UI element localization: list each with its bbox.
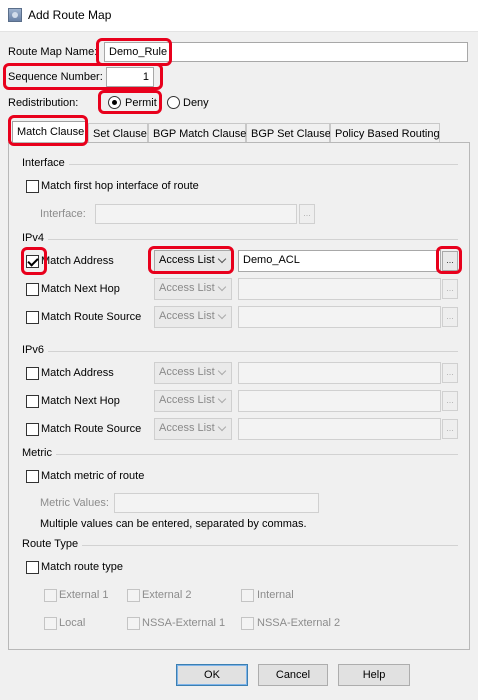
ipv4-divider xyxy=(22,239,458,240)
ipv4-match-next-hop-combo[interactable]: Access List xyxy=(154,278,232,300)
ipv6-match-next-hop-combo[interactable]: Access List xyxy=(154,390,232,412)
ipv6-section-title: IPv6 xyxy=(22,344,49,356)
interface-label: Interface: xyxy=(40,208,86,220)
match-first-hop-label: Match first hop interface of route xyxy=(41,180,199,192)
chevron-down-icon xyxy=(217,422,227,432)
interface-input[interactable] xyxy=(95,204,297,224)
interface-divider xyxy=(22,164,458,165)
local-checkbox[interactable] xyxy=(44,617,57,630)
interface-browse-button[interactable]: ... xyxy=(299,204,315,224)
combo-value: Access List xyxy=(159,310,215,322)
ipv4-section-title: IPv4 xyxy=(22,232,49,244)
ipv6-match-route-source-label: Match Route Source xyxy=(41,423,142,435)
match-first-hop-checkbox[interactable] xyxy=(26,180,39,193)
ipv6-match-route-source-value[interactable] xyxy=(238,418,441,440)
ipv4-match-route-source-combo[interactable]: Access List xyxy=(154,306,232,328)
ipv6-match-next-hop-browse-button[interactable]: ... xyxy=(442,391,458,411)
ipv6-match-route-source-checkbox[interactable] xyxy=(26,423,39,436)
highlight-route-map-name xyxy=(96,38,172,66)
title-bar: Add Route Map xyxy=(0,0,478,32)
ipv6-match-address-label: Match Address xyxy=(41,367,114,379)
highlight-sequence-number xyxy=(3,63,163,90)
nssa-external-2-label: NSSA-External 2 xyxy=(257,617,341,629)
app-icon xyxy=(8,8,22,22)
nssa-external-1-checkbox[interactable] xyxy=(127,617,140,630)
ipv6-match-route-source-combo[interactable]: Access List xyxy=(154,418,232,440)
nssa-external-2-checkbox[interactable] xyxy=(241,617,254,630)
tab-set-clause[interactable]: Set Clause xyxy=(88,123,148,143)
local-label: Local xyxy=(59,617,86,629)
highlight-permit xyxy=(98,90,162,114)
match-metric-label: Match metric of route xyxy=(41,470,145,482)
ipv6-divider xyxy=(22,351,458,352)
chevron-down-icon xyxy=(217,282,227,292)
ok-button[interactable]: OK xyxy=(176,664,248,686)
combo-value: Access List xyxy=(159,282,215,294)
ipv4-match-route-source-browse-button[interactable]: ... xyxy=(442,307,458,327)
ipv4-match-route-source-value[interactable] xyxy=(238,306,441,328)
highlight-browse-button xyxy=(436,246,462,274)
nssa-external-1-label: NSSA-External 1 xyxy=(142,617,226,629)
ipv4-match-next-hop-value[interactable] xyxy=(238,278,441,300)
tab-bgp-match-clause[interactable]: BGP Match Clause xyxy=(148,123,246,143)
ipv4-match-route-source-label: Match Route Source xyxy=(41,311,142,323)
internal-label: Internal xyxy=(257,589,294,601)
ipv4-match-next-hop-label: Match Next Hop xyxy=(41,283,120,295)
route-type-divider xyxy=(22,545,458,546)
highlight-match-address-checkbox xyxy=(21,247,47,275)
metric-hint: Multiple values can be entered, separate… xyxy=(40,518,307,530)
ipv6-match-address-value[interactable] xyxy=(238,362,441,384)
match-route-type-checkbox[interactable] xyxy=(26,561,39,574)
highlight-match-clause-tab xyxy=(8,115,88,146)
combo-value: Access List xyxy=(159,422,215,434)
external-1-label: External 1 xyxy=(59,589,109,601)
help-button[interactable]: Help xyxy=(338,664,410,686)
match-metric-checkbox[interactable] xyxy=(26,470,39,483)
ipv4-match-next-hop-checkbox[interactable] xyxy=(26,283,39,296)
interface-section-title: Interface xyxy=(22,157,69,169)
ipv6-match-route-source-browse-button[interactable]: ... xyxy=(442,419,458,439)
external-1-checkbox[interactable] xyxy=(44,589,57,602)
combo-value: Access List xyxy=(159,394,215,406)
redistribution-label: Redistribution: xyxy=(8,97,79,109)
ipv6-match-next-hop-label: Match Next Hop xyxy=(41,395,120,407)
tab-bgp-set-clause[interactable]: BGP Set Clause xyxy=(246,123,331,143)
ipv6-match-next-hop-value[interactable] xyxy=(238,390,441,412)
ipv6-match-address-browse-button[interactable]: ... xyxy=(442,363,458,383)
deny-radio[interactable] xyxy=(167,96,180,109)
ipv4-match-address-value[interactable]: Demo_ACL xyxy=(238,250,441,272)
route-map-name-label: Route Map Name: xyxy=(8,46,98,58)
metric-values-label: Metric Values: xyxy=(40,497,109,509)
ipv4-match-next-hop-browse-button[interactable]: ... xyxy=(442,279,458,299)
ipv4-match-route-source-checkbox[interactable] xyxy=(26,311,39,324)
metric-section-title: Metric xyxy=(22,447,56,459)
metric-divider xyxy=(22,454,458,455)
highlight-access-list-combo xyxy=(148,246,234,274)
match-route-type-label: Match route type xyxy=(41,561,123,573)
ipv4-match-address-label: Match Address xyxy=(41,255,114,267)
external-2-label: External 2 xyxy=(142,589,192,601)
deny-label[interactable]: Deny xyxy=(183,97,209,109)
tab-policy-based-routing[interactable]: Policy Based Routing xyxy=(330,123,440,143)
external-2-checkbox[interactable] xyxy=(127,589,140,602)
route-type-section-title: Route Type xyxy=(22,538,83,550)
ipv6-match-next-hop-checkbox[interactable] xyxy=(26,395,39,408)
chevron-down-icon xyxy=(217,366,227,376)
combo-value: Access List xyxy=(159,366,215,378)
metric-values-input[interactable] xyxy=(114,493,319,513)
cancel-button[interactable]: Cancel xyxy=(258,664,328,686)
window-title: Add Route Map xyxy=(28,8,112,22)
ipv6-match-address-combo[interactable]: Access List xyxy=(154,362,232,384)
chevron-down-icon xyxy=(217,394,227,404)
internal-checkbox[interactable] xyxy=(241,589,254,602)
chevron-down-icon xyxy=(217,310,227,320)
ipv6-match-address-checkbox[interactable] xyxy=(26,367,39,380)
